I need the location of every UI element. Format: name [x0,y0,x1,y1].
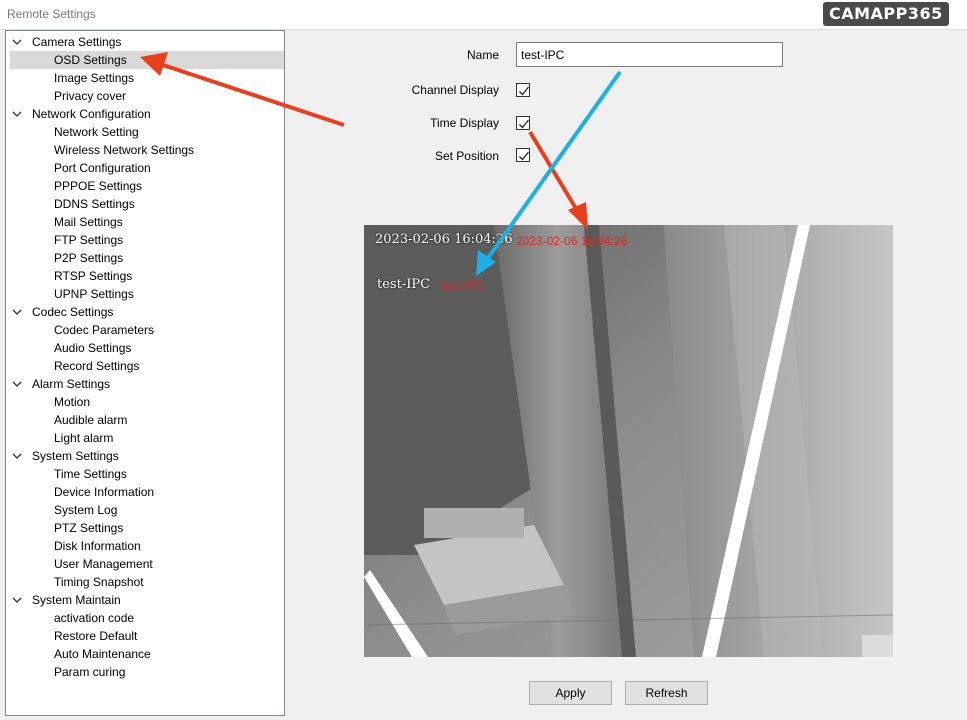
remote-settings-window: Remote Settings CAMAPP365 Camera Setting… [0,0,967,720]
chevron-down-icon[interactable] [12,107,24,125]
tree-category-label: System Maintain [32,593,121,607]
tree-item[interactable]: Codec Parameters [54,321,154,339]
tree-item[interactable]: User Management [54,555,153,573]
tree-item[interactable]: UPNP Settings [54,285,134,303]
checkmark-icon [519,151,530,161]
chevron-down-icon[interactable] [12,449,24,467]
tree-category[interactable]: System Maintain [6,591,121,609]
tree-category-label: Codec Settings [32,305,114,319]
tree-item[interactable]: activation code [54,609,134,627]
brand-watermark: CAMAPP365 [823,2,949,26]
name-input[interactable] [516,42,783,67]
tree-item[interactable]: Device Information [54,483,154,501]
tree-item[interactable]: Restore Default [54,627,137,645]
tree-category-label: System Settings [32,449,119,463]
chevron-down-icon[interactable] [12,593,24,611]
tree-item[interactable]: Wireless Network Settings [54,141,194,159]
channel-display-checkbox[interactable] [516,83,530,97]
tree-item[interactable]: Port Configuration [54,159,151,177]
refresh-button[interactable]: Refresh [625,681,708,705]
set-position-checkbox[interactable] [516,148,530,162]
set-position-label: Set Position [434,149,499,163]
tree-item[interactable]: PTZ Settings [54,519,123,537]
tree-item[interactable]: Network Setting [54,123,139,141]
apply-button[interactable]: Apply [529,681,612,705]
checkmark-icon [519,86,530,96]
tree-item[interactable]: FTP Settings [54,231,123,249]
name-label: Name [466,48,499,62]
camera-time-overlay: 2023-02-06 16:04:26 [375,232,513,247]
tree-category[interactable]: Codec Settings [6,303,113,321]
tree-item[interactable]: OSD Settings [10,51,284,69]
tree-category[interactable]: System Settings [6,447,119,465]
time-display-label: Time Display [430,116,499,130]
tree-item[interactable]: Audio Settings [54,339,131,357]
tree-item[interactable]: Image Settings [54,69,134,87]
tree-item[interactable]: Motion [54,393,90,411]
tree-category-label: Camera Settings [32,35,122,49]
osd-settings-panel: Name Channel Display Time Display Set Po… [289,30,952,720]
settings-tree[interactable]: Camera Settings OSD Settings Image Setting… [5,30,285,716]
osd-name-text[interactable]: test-IPC [440,278,483,292]
tree-item[interactable]: PPPOE Settings [54,177,142,195]
tree-item[interactable]: Privacy cover [54,87,126,105]
tree-category[interactable]: Alarm Settings [6,375,110,393]
tree-item[interactable]: Record Settings [54,357,139,375]
tree-category-label: Alarm Settings [32,377,111,391]
channel-display-label: Channel Display [411,83,499,97]
tree-item[interactable]: Timing Snapshot [54,573,144,591]
tree-item[interactable]: RTSP Settings [54,267,132,285]
camera-preview[interactable]: 2023-02-06 16:04:26 2023-02-06 16:04:26 … [364,225,893,657]
title-bar: Remote Settings CAMAPP365 [0,0,967,30]
checkmark-icon [519,119,530,129]
tree-item[interactable]: System Log [54,501,117,519]
tree-item[interactable]: Time Settings [54,465,127,483]
tree-category[interactable]: Camera Settings [6,33,121,51]
tree-item[interactable]: P2P Settings [54,249,123,267]
time-display-checkbox[interactable] [516,116,530,130]
osd-time-text[interactable]: 2023-02-06 16:04:26 [516,234,627,248]
tree-item[interactable]: Disk Information [54,537,141,555]
chevron-down-icon[interactable] [12,305,24,323]
tree-category-label: Network Configuration [32,107,151,121]
window-title: Remote Settings [7,7,96,21]
chevron-down-icon[interactable] [12,377,24,395]
tree-category[interactable]: Network Configuration [6,105,151,123]
tree-item[interactable]: Audible alarm [54,411,127,429]
tree-item[interactable]: Light alarm [54,429,113,447]
tree-item[interactable]: Auto Maintenance [54,645,151,663]
tree-item[interactable]: DDNS Settings [54,195,135,213]
tree-item[interactable]: Mail Settings [54,213,123,231]
tree-item[interactable]: Param curing [54,663,125,681]
camera-name-overlay: test-IPC [377,277,431,292]
